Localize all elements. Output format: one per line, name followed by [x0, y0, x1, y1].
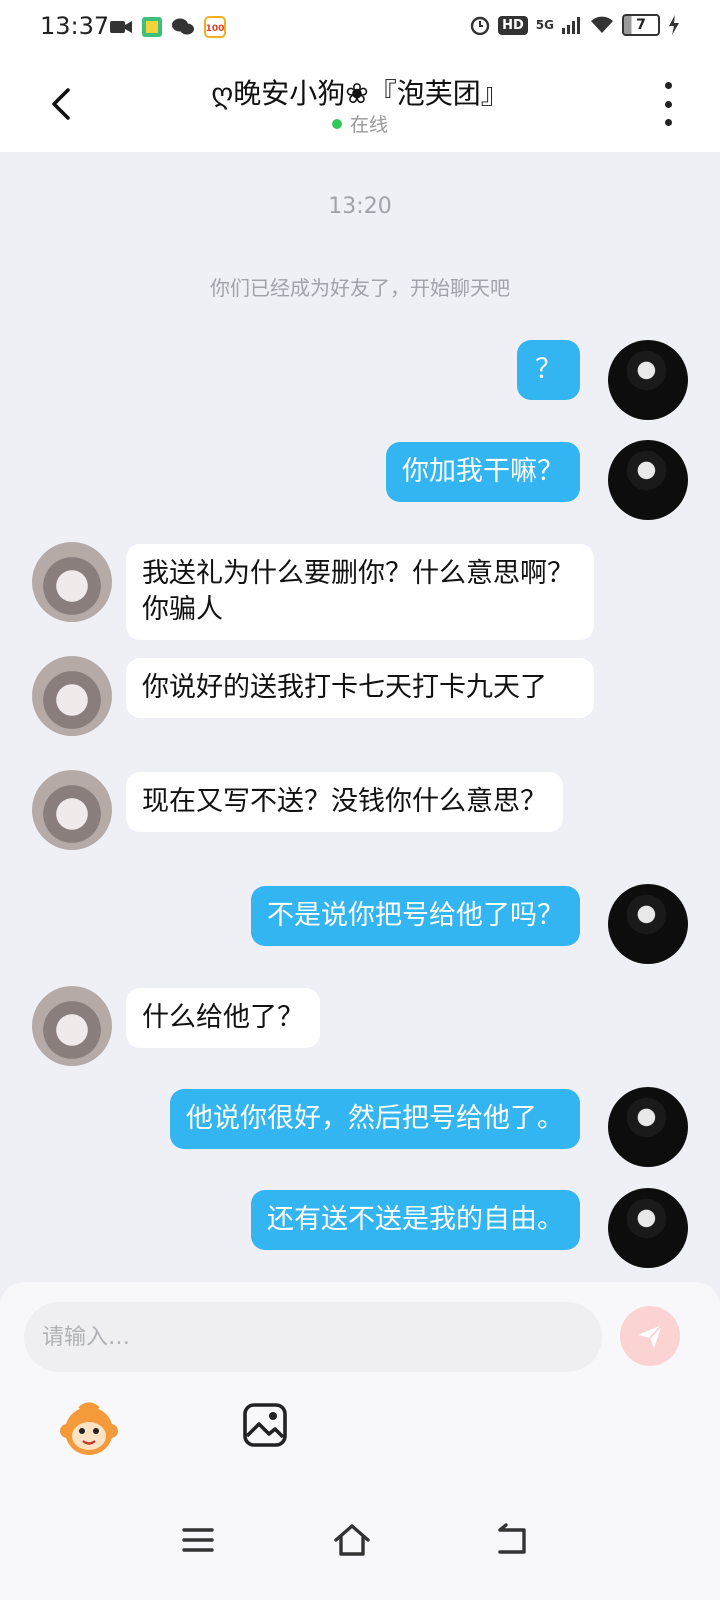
chat-title: ღ晚安小狗❀『泡芙团』	[211, 77, 509, 110]
message-row: 我送礼为什么要删你？什么意思啊？你骗人	[0, 542, 720, 640]
more-options-button[interactable]	[656, 82, 680, 126]
online-dot-icon	[331, 118, 342, 129]
send-icon	[638, 1324, 663, 1348]
svg-text:100: 100	[206, 24, 225, 34]
chat-header: ღ晚安小狗❀『泡芙团』 在线	[0, 56, 720, 152]
message-row: 不是说你把号给他了吗？	[0, 884, 720, 964]
battery-icon: 7	[622, 14, 660, 36]
status-bar: 13:37 100 HD 5G 7	[0, 0, 720, 56]
avatar[interactable]	[608, 340, 688, 420]
system-nav-bar	[0, 1490, 720, 1600]
message-input[interactable]	[24, 1302, 602, 1372]
battery-level: 7	[636, 17, 646, 33]
avatar[interactable]	[608, 1188, 688, 1268]
home-icon[interactable]	[332, 1520, 372, 1560]
system-message: 你们已经成为好友了，开始聊天吧	[210, 276, 510, 300]
alarm-icon	[470, 16, 490, 35]
avatar[interactable]	[32, 770, 112, 850]
message-bubble-incoming[interactable]: 你说好的送我打卡七天打卡九天了	[126, 658, 594, 718]
message-row: 你说好的送我打卡七天打卡九天了	[0, 656, 720, 748]
online-status: 在线	[0, 110, 720, 137]
wifi-icon	[591, 16, 613, 33]
message-bubble-outgoing[interactable]: 不是说你把号给他了吗？	[251, 886, 580, 946]
message-bubble-incoming[interactable]: 我送礼为什么要删你？什么意思啊？你骗人	[126, 544, 594, 640]
send-button[interactable]	[620, 1306, 680, 1366]
hd-badge: HD	[498, 15, 528, 35]
back-icon[interactable]	[492, 1520, 532, 1560]
menu-icon[interactable]	[178, 1520, 218, 1560]
message-row: 你加我干嘛？	[0, 440, 720, 520]
message-row: ？	[0, 340, 720, 420]
avatar[interactable]	[608, 440, 688, 520]
message-row: 什么给他了？	[0, 986, 720, 1066]
message-bubble-outgoing[interactable]: ？	[517, 340, 580, 400]
message-bubble-incoming[interactable]: 现在又写不送？没钱你什么意思？	[126, 772, 563, 832]
message-bubble-outgoing[interactable]: 他说你很好，然后把号给他了。	[170, 1089, 580, 1149]
message-bubble-outgoing[interactable]: 你加我干嘛？	[386, 442, 580, 502]
online-status-label: 在线	[349, 114, 388, 136]
status-right-icons: HD 5G 7	[470, 14, 680, 36]
dot-icon	[664, 82, 672, 89]
app-100-icon: 100	[204, 16, 226, 38]
chat-timestamp: 13:20	[328, 194, 392, 219]
status-left-icons: 100	[110, 16, 226, 38]
network-type: 5G	[535, 18, 554, 32]
message-bubble-incoming[interactable]: 什么给他了？	[126, 988, 320, 1048]
image-icon[interactable]	[242, 1402, 288, 1448]
status-time: 13:37	[40, 12, 110, 40]
message-bubble-outgoing[interactable]: 还有送不送是我的自由。	[251, 1190, 580, 1250]
message-row: 现在又写不送？没钱你什么意思？	[0, 770, 720, 862]
avatar[interactable]	[32, 542, 112, 622]
emoji-monkey-icon[interactable]	[58, 1398, 120, 1460]
wechat-icon	[172, 18, 194, 35]
dot-icon	[664, 100, 672, 108]
dot-icon	[664, 119, 672, 126]
avatar[interactable]	[608, 884, 688, 964]
charging-icon	[669, 15, 679, 35]
app-icon	[142, 17, 162, 37]
avatar[interactable]	[32, 656, 112, 736]
avatar[interactable]	[608, 1087, 688, 1167]
signal-icon	[562, 17, 580, 34]
video-icon	[110, 21, 132, 33]
avatar[interactable]	[32, 986, 112, 1066]
message-row: 还有送不送是我的自由。	[0, 1188, 720, 1268]
message-row: 他说你很好，然后把号给他了。	[0, 1087, 720, 1167]
